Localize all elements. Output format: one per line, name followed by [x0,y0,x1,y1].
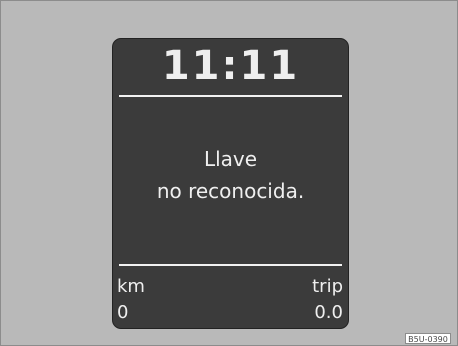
odometer-label: km [117,276,145,297]
trip-label: trip [312,276,343,297]
message-line-1: Llave [203,147,258,171]
instrument-display: 11:11 Llave no reconocida. km trip 0 0.0 [112,38,349,329]
trip-value: 0.0 [314,302,343,323]
odometer-value: 0 [117,302,129,323]
top-divider [119,95,342,97]
warning-message: Llave no reconocida. [113,143,348,207]
clock-display: 11:11 [161,43,300,89]
figure-frame: 11:11 Llave no reconocida. km trip 0 0.0… [0,0,458,346]
bottom-divider [119,264,342,266]
message-line-2: no reconocida. [156,179,305,203]
figure-code: B5U-0390 [405,333,451,344]
